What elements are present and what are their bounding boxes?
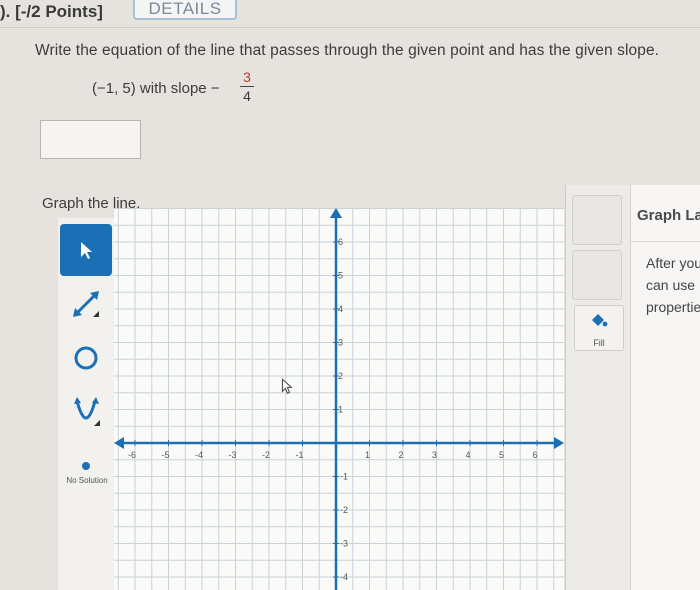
slope-numerator: 3 bbox=[243, 69, 251, 85]
points-label: ). [-/2 Points] bbox=[0, 2, 103, 21]
y-tick-label: 5 bbox=[338, 271, 343, 281]
y-tick-label: -4 bbox=[340, 572, 348, 582]
details-button[interactable]: DETAILS bbox=[133, 0, 237, 20]
x-tick-label: 5 bbox=[499, 450, 504, 460]
pointer-tool-button[interactable] bbox=[60, 224, 112, 276]
graph-options-panel: Fill bbox=[565, 185, 636, 590]
x-tick-label: 2 bbox=[398, 450, 403, 460]
line-tool-icon bbox=[73, 291, 99, 317]
x-tick-label: -1 bbox=[295, 450, 303, 460]
x-tick-label: 4 bbox=[465, 450, 470, 460]
y-tick-label: -3 bbox=[340, 539, 348, 549]
side-text-line: can use bbox=[646, 277, 696, 293]
line-tool-button[interactable] bbox=[60, 278, 112, 330]
graph-grid[interactable]: -6 -5 -4 -3 -2 -1 1 2 3 4 5 6 6 5 4 3 2 1 -1 -2 -3 -4 bbox=[114, 208, 564, 590]
parabola-tool-icon bbox=[74, 397, 100, 426]
x-tick-label: 3 bbox=[432, 450, 437, 460]
graph-layers-panel: Graph La After you can use propertie bbox=[630, 185, 700, 590]
x-tick-label: -2 bbox=[262, 450, 270, 460]
paint-bucket-icon bbox=[592, 314, 608, 327]
x-tick-label: 1 bbox=[365, 450, 370, 460]
question-prompt: Write the equation of the line that pass… bbox=[35, 42, 660, 59]
no-solution-button[interactable]: No Solution bbox=[64, 476, 110, 486]
y-tick-label: 1 bbox=[338, 405, 343, 415]
equation-answer-input[interactable] bbox=[40, 120, 141, 159]
y-tick-label: -2 bbox=[340, 505, 348, 515]
fill-label: Fill bbox=[593, 338, 605, 348]
parabola-tool-button[interactable] bbox=[60, 386, 112, 438]
y-tick-label: 4 bbox=[338, 304, 343, 314]
coordinate-plane[interactable]: -6 -5 -4 -3 -2 -1 1 2 3 4 5 6 6 5 4 3 2 1 -1 -2 -3 -4 bbox=[114, 208, 564, 590]
x-axis-left-arrow bbox=[114, 437, 124, 449]
graph-tool-panel: No Solution bbox=[58, 218, 115, 590]
circle-tool-button[interactable] bbox=[60, 332, 112, 384]
side-text-line: propertie bbox=[646, 299, 700, 315]
fraction-bar bbox=[240, 86, 254, 87]
question-header: ). [-/2 Points] DETAILS bbox=[0, 0, 700, 26]
circle-tool-icon bbox=[74, 346, 98, 370]
pointer-icon bbox=[81, 242, 92, 259]
side-text-line: After you bbox=[646, 255, 700, 271]
y-tick-label: 2 bbox=[338, 371, 343, 381]
delete-tool-button[interactable] bbox=[572, 195, 622, 245]
header-divider bbox=[0, 27, 700, 28]
y-tick-label: -1 bbox=[340, 472, 348, 482]
slope-denominator: 4 bbox=[243, 88, 251, 104]
y-tick-label: 6 bbox=[338, 237, 343, 247]
x-tick-label: -6 bbox=[128, 450, 136, 460]
undo-tool-button[interactable] bbox=[572, 250, 622, 300]
side-divider bbox=[631, 241, 700, 242]
cursor-icon bbox=[281, 378, 293, 395]
slope-fraction: 3 4 bbox=[240, 70, 254, 103]
x-tick-label: 6 bbox=[532, 450, 537, 460]
x-axis-right-arrow bbox=[554, 437, 564, 449]
point-tool-icon bbox=[82, 462, 90, 470]
fill-tool-button[interactable]: Fill bbox=[574, 305, 624, 351]
x-tick-label: -5 bbox=[161, 450, 169, 460]
x-tick-label: -4 bbox=[195, 450, 203, 460]
x-tick-label: -3 bbox=[228, 450, 236, 460]
given-point-and-slope: (−1, 5) with slope − bbox=[92, 80, 220, 97]
y-axis-up-arrow bbox=[330, 208, 342, 218]
y-tick-label: 3 bbox=[338, 338, 343, 348]
graph-layers-title: Graph La bbox=[637, 207, 700, 224]
